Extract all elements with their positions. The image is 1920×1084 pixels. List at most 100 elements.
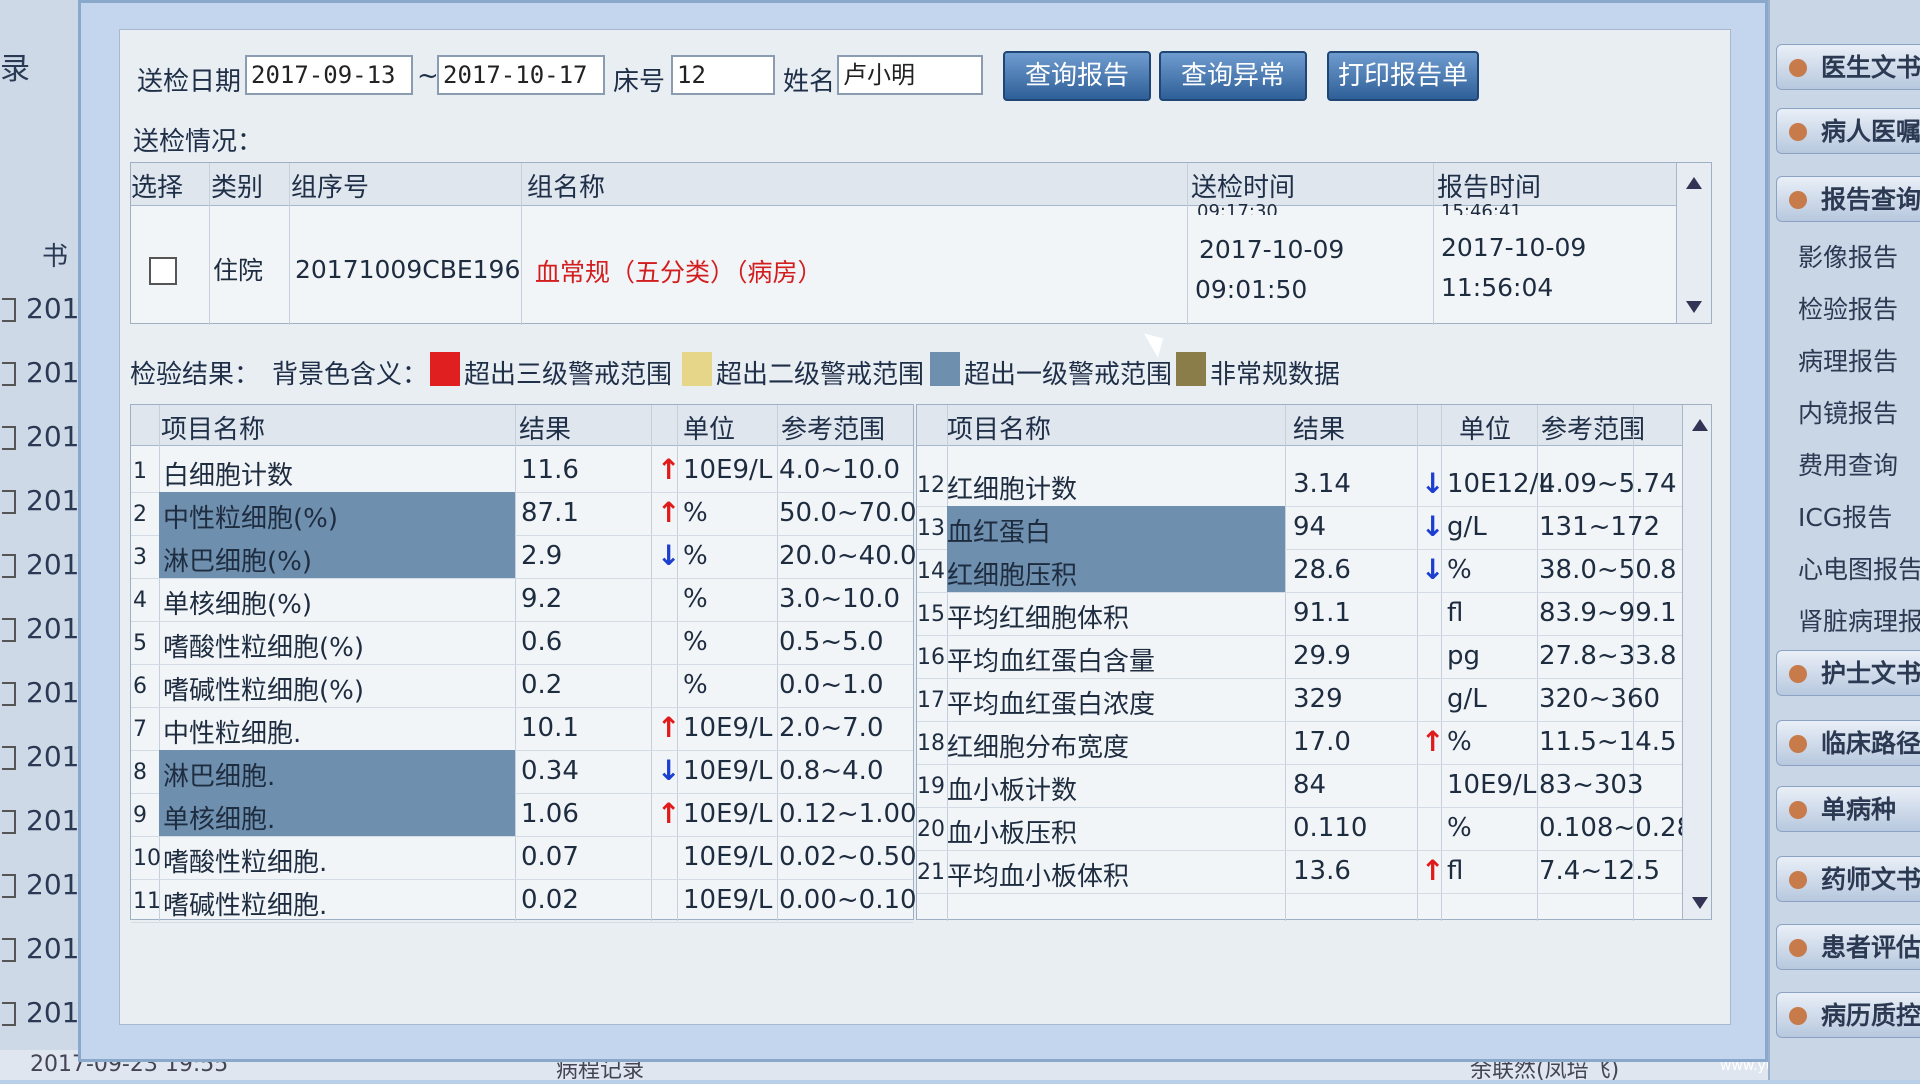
nav-section-label: 病人医嘱 [1821,117,1920,146]
scroll-up-icon[interactable] [1692,419,1708,431]
submission-row[interactable]: 住院 20171009CBE196 血常规（五分类）（病房） 2017-10-0… [131,217,1679,317]
result-row[interactable]: 18 红细胞分布宽度 17.0 ↑% 11.5~14.5 [917,721,1711,765]
nav-section-3[interactable]: 报告查询 [1776,176,1920,222]
scroll-down-icon[interactable] [1692,897,1708,909]
result-row[interactable]: 14 红细胞压积 28.6 ↓% 38.0~50.8 [917,549,1711,593]
nav-item[interactable]: 心电图报告 [1798,550,1920,586]
nav-section-8[interactable]: 患者评估 [1776,924,1920,970]
background-row-text: 201 [26,548,80,581]
result-row[interactable]: 8 淋巴细胞. 0.34 ↓ 10E9/L 0.8~4.0 [131,750,913,794]
result-row[interactable]: 9 单核细胞. 1.06 ↑ 10E9/L 0.12~1.00 [131,793,917,837]
result-item-name: 血小板计数 [947,776,1078,806]
background-checkbox-icon [2,618,16,642]
nav-item[interactable]: 影像报告 [1798,238,1898,274]
col-group-name: 组名称 [527,173,606,203]
background-row: 201 [2,548,79,581]
name-input[interactable]: 卢小明 [837,55,983,95]
result-unit: 10E9/L [683,756,773,786]
col-category: 类别 [211,173,264,203]
nav-item[interactable]: 费用查询 [1798,446,1898,482]
query-report-button[interactable]: 查询报告 [1003,51,1151,101]
result-reference-range: 3.0~10.0 [779,584,901,614]
query-abnormal-button[interactable]: 查询异常 [1159,51,1307,101]
background-row: 201 [2,868,79,901]
nav-section-icon [1789,665,1807,683]
nav-section-icon [1789,191,1807,209]
result-row[interactable]: 21 平均血小板体积 13.6 ↑ fl 7.4~12.5 [917,850,1711,894]
result-row[interactable]: 12 红细胞计数 3.14 ↓ 10E12/L 4.09~5.74 [917,463,1711,507]
nav-item[interactable]: 肾脏病理报告 [1798,602,1920,638]
result-item-name: 平均血红蛋白含量 [947,647,1156,677]
nav-section-6[interactable]: 单病种 [1776,786,1920,832]
background-checkbox-icon [2,554,16,578]
results-scrollbar[interactable] [1682,405,1711,919]
nav-section-label: 医生文书 [1821,53,1920,82]
result-reference-range: 27.8~33.8 [1539,641,1677,671]
result-unit: % [1447,555,1472,585]
nav-item[interactable]: 病理报告 [1798,342,1898,378]
result-value: 9.2 [521,584,563,614]
row-select-checkbox[interactable] [149,257,177,285]
print-report-button[interactable]: 打印报告单 [1327,51,1479,101]
result-item-name: 血红蛋白 [947,518,1052,548]
result-item-name: 红细胞分布宽度 [947,733,1130,763]
result-row[interactable]: 7 中性粒细胞. 10.1 ↑ 10E9/L 2.0~7.0 [131,707,913,751]
result-row[interactable]: 6 嗜碱性粒细胞(%) 0.2% 0.0~1.0 [131,664,913,708]
submission-title: 送检情况： [133,127,264,157]
result-row-number: 13 [917,516,945,541]
result-row[interactable]: 4 单核细胞(%) 9.2% 3.0~10.0 [131,578,913,622]
nav-section-1[interactable]: 医生文书 [1776,44,1920,90]
result-item-name: 平均血红蛋白浓度 [947,690,1156,720]
arrow-down-icon: ↓ [657,539,681,572]
result-row[interactable]: 19 血小板计数 84 10E9/L 83~303 [917,764,1711,808]
background-row: 201 [2,612,79,645]
nav-section-icon [1789,735,1807,753]
nav-section-2[interactable]: 病人医嘱 [1776,108,1920,154]
result-row[interactable]: 10 嗜酸性粒细胞. 0.07 10E9/L 0.02~0.50 [131,836,917,880]
date-to-input[interactable]: 2017-10-17 [437,55,605,95]
nav-item[interactable]: ICG报告 [1798,498,1892,534]
result-reference-range: 131~172 [1539,512,1661,542]
bed-input[interactable]: 12 [671,55,775,95]
right-navigation: 医生文书病人医嘱报告查询护士文书临床路径单病种药师文书患者评估病历质控 影像报告检… [1768,0,1920,1080]
result-row[interactable]: 11 嗜碱性粒细胞. 0.02 10E9/L 0.00~0.10 [131,879,917,923]
result-row[interactable]: 5 嗜酸性粒细胞(%) 0.6% 0.5~5.0 [131,621,913,665]
date-from-input[interactable]: 2017-09-13 [245,55,413,95]
submission-scrollbar[interactable] [1676,163,1711,323]
result-row[interactable]: 17 平均血红蛋白浓度 329 g/L 320~360 [917,678,1711,722]
nav-section-7[interactable]: 药师文书 [1776,856,1920,902]
nav-section-9[interactable]: 病历质控 [1776,992,1920,1038]
result-row[interactable]: 3 淋巴细胞(%) 2.9 ↓% 20.0~40.0 [131,535,917,579]
result-row[interactable]: 2 中性粒细胞(%) 87.1 ↑% 50.0~70.0 [131,492,917,536]
result-item-name: 嗜酸性粒细胞(%) [163,633,364,663]
result-value: 329 [1293,684,1343,714]
result-reference-range: 38.0~50.8 [1539,555,1677,585]
result-value: 17.0 [1293,727,1351,757]
result-unit: g/L [1447,684,1487,714]
background-row-text: 201 [26,612,80,645]
result-value: 10.1 [521,713,579,743]
scroll-up-icon[interactable] [1686,177,1702,189]
arrow-up-icon: ↑ [1421,725,1445,758]
prev-send-time: 09:17:30 [1197,201,1278,215]
row-group-name[interactable]: 血常规（五分类）（病房） [535,253,823,289]
nav-section-icon [1789,123,1807,141]
nav-section-5[interactable]: 临床路径 [1776,720,1920,766]
result-row-number: 18 [917,731,945,756]
scroll-down-icon[interactable] [1686,301,1702,313]
result-item-name: 嗜碱性粒细胞(%) [163,676,364,706]
background-row-text: 201 [26,868,80,901]
result-row[interactable]: 15 平均红细胞体积 91.1 fl 83.9~99.1 [917,592,1711,636]
result-row[interactable]: 13 血红蛋白 94 ↓ g/L 131~172 [917,506,1711,550]
result-unit: 10E9/L [683,885,773,915]
nav-item[interactable]: 内镜报告 [1798,394,1898,430]
result-row-number: 17 [917,688,945,713]
result-item-name: 平均红细胞体积 [947,604,1130,634]
nav-section-4[interactable]: 护士文书 [1776,650,1920,696]
result-row[interactable]: 16 平均血红蛋白含量 29.9 pg 27.8~33.8 [917,635,1711,679]
background-checkbox-icon [2,746,16,770]
result-row[interactable]: 20 血小板压积 0.110% 0.108~0.282 [917,807,1711,851]
result-row[interactable]: 1 白细胞计数 11.6 ↑ 10E9/L 4.0~10.0 [131,449,913,493]
result-unit: 10E12/L [1447,469,1553,499]
nav-item[interactable]: 检验报告 [1798,290,1898,326]
